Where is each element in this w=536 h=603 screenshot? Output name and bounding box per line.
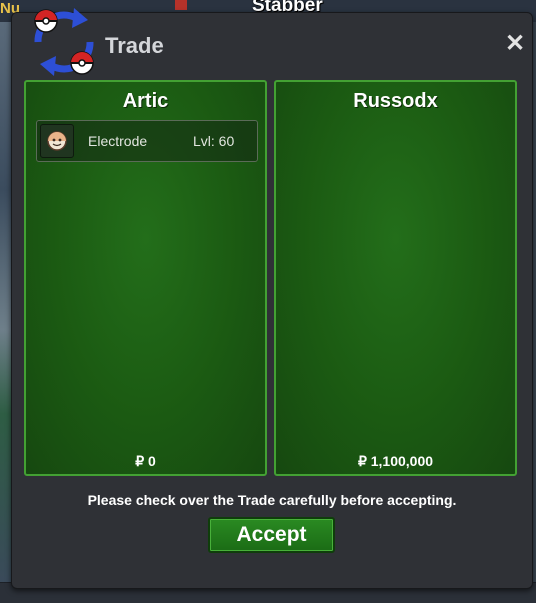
offered-pokemon-slot[interactable]: Electrode Lvl: 60 [36, 120, 258, 162]
trainer-name-left: Artic [122, 90, 169, 112]
money-offer-left: ₽ 0 [135, 453, 156, 469]
money-offer-right: ₽ 1,100,000 [357, 453, 434, 469]
trainer-name-right: Russodx [353, 90, 438, 112]
accept-button[interactable]: Accept [208, 517, 335, 553]
trade-window: Trade ✕ Artic Electrode Lvl: 60 ₽ 0 Russ… [11, 8, 533, 589]
offer-panel-right: Russodx ₽ 1,100,000 [274, 80, 517, 476]
close-button[interactable]: ✕ [504, 32, 526, 56]
pokemon-icon [40, 124, 74, 158]
pokemon-name: Electrode [88, 133, 148, 149]
game-background-marker [175, 0, 187, 10]
trade-icon [34, 8, 94, 76]
pokemon-level: Lvl: 60 [193, 133, 235, 149]
electrode-icon [47, 131, 67, 151]
offer-panel-left: Artic Electrode Lvl: 60 ₽ 0 [24, 80, 267, 476]
trade-warning-text: Please check over the Trade carefully be… [87, 492, 457, 508]
window-title: Trade [105, 33, 164, 58]
